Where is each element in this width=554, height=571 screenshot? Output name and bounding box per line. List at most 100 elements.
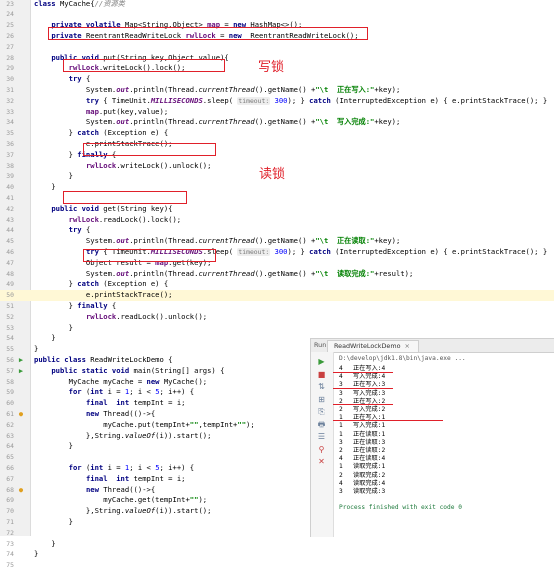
line-number: 46 — [6, 247, 14, 256]
code-text: myCache.get(tempInt+""); — [34, 495, 208, 505]
code-text: new Thread(()->{ — [85, 408, 156, 418]
layout-icon[interactable]: ⊞ — [315, 394, 328, 405]
code-text: } — [34, 538, 56, 548]
code-text: public void get(String key){ — [51, 203, 173, 213]
line-number: 40 — [6, 183, 14, 192]
code-line: 43 rwlLock.readLock().lock(); — [0, 215, 554, 226]
line-number: 70 — [6, 507, 14, 516]
console-line: 4 正在读取:4 — [339, 455, 386, 463]
line-number: 38 — [6, 161, 14, 170]
code-text: public class ReadWriteLockDemo { — [34, 354, 173, 364]
scroll-icon[interactable]: ⇅ — [315, 381, 328, 392]
code-line: 45 System.out.println(Thread.currentThre… — [0, 236, 554, 247]
code-line: 35 } catch (Exception e) { — [0, 128, 554, 139]
line-number: 47 — [6, 258, 14, 267]
highlight-box-field — [48, 27, 368, 40]
process-finished: Process finished with exit code 0 — [339, 504, 462, 511]
console-line: 3 写入完成:3 — [339, 389, 386, 397]
code-text: } finally { — [34, 300, 117, 310]
code-text: rwlLock.readLock().unlock(); — [85, 311, 208, 321]
line-number: 31 — [6, 85, 14, 94]
line-number: 62 — [6, 420, 14, 429]
console-line: 2 正在读取:2 — [339, 447, 386, 454]
code-text: for (int i = 1; i < 5; i++) { — [68, 387, 195, 397]
line-number: 44 — [6, 226, 14, 235]
line-number: 72 — [6, 528, 14, 537]
line-number: 45 — [6, 237, 14, 246]
code-text: } — [34, 441, 73, 451]
lambda-marker-icon[interactable]: ● — [16, 485, 26, 496]
console-line: 2 写入完成:2 — [339, 406, 386, 413]
line-number: 64 — [6, 442, 14, 451]
code-text: new Thread(()->{ — [85, 484, 156, 494]
rerun-icon[interactable]: ▶ — [315, 356, 328, 367]
highlight-box-read-lock — [63, 191, 187, 204]
code-text: } — [34, 171, 73, 181]
line-number: 42 — [6, 204, 14, 213]
settings-icon[interactable]: ☰ — [315, 431, 328, 442]
close-icon[interactable]: ✕ — [315, 456, 328, 467]
line-number: 60 — [6, 399, 14, 408]
line-number: 36 — [6, 139, 14, 148]
write-lock-annotation: 写锁 — [258, 60, 285, 75]
line-number: 66 — [6, 463, 14, 472]
code-line: 74} — [0, 549, 554, 560]
code-line: 31 System.out.println(Thread.currentThre… — [0, 85, 554, 96]
line-number: 67 — [6, 474, 14, 483]
run-gutter-icon[interactable]: ▶ — [16, 355, 26, 366]
line-number: 53 — [6, 323, 14, 332]
line-number: 73 — [6, 539, 14, 548]
code-text: System.out.println(Thread.currentThread(… — [34, 236, 401, 246]
code-line: 27 — [0, 42, 554, 53]
stop-icon[interactable]: ■ — [315, 369, 328, 380]
run-gutter-icon[interactable]: ▶ — [16, 366, 26, 377]
line-number: 69 — [6, 496, 14, 505]
code-text: e.printStackTrace(); — [34, 290, 173, 300]
code-text: System.out.println(Thread.currentThread(… — [34, 117, 401, 127]
line-number: 55 — [6, 345, 14, 354]
console-line: 4 写入完成:4 — [339, 373, 386, 381]
code-text: for (int i = 1; i < 5; i++) { — [68, 462, 195, 472]
line-number: 25 — [6, 21, 14, 30]
code-line: 49 } catch (Exception e) { — [0, 279, 554, 290]
code-text: final int tempInt = i; — [85, 473, 186, 483]
code-line: 75 — [0, 560, 554, 571]
line-number: 27 — [6, 42, 14, 51]
highlight-box-write-unlock — [83, 143, 216, 156]
line-number: 48 — [6, 269, 14, 278]
line-number: 57 — [6, 366, 14, 375]
code-text: class MyCache{//资源类 — [34, 0, 125, 8]
code-text: },String.valueOf(i)).start(); — [34, 430, 212, 440]
tab-close-icon[interactable]: × — [405, 342, 410, 350]
code-line: 52 rwlLock.readLock().unlock(); — [0, 312, 554, 323]
run-toolbar: ▶ ■ ⇅ ⊞ ⎘ 🖶 ☰ ⚲ ✕ — [311, 352, 334, 537]
line-number: 28 — [6, 53, 14, 62]
code-line: 73 } — [0, 539, 554, 550]
lambda-marker-icon[interactable]: ● — [16, 409, 26, 420]
tab-readwritelockdemo[interactable]: ReadWriteLockDemo × — [327, 340, 419, 352]
line-number: 74 — [6, 550, 14, 559]
line-number: 24 — [6, 10, 14, 19]
code-text: final int tempInt = i; — [85, 398, 186, 408]
line-number: 65 — [6, 453, 14, 462]
run-panel-header: Run ReadWriteLockDemo × — [311, 339, 554, 353]
underline-mark — [333, 372, 393, 373]
underline-mark — [333, 388, 393, 389]
code-line: 48 System.out.println(Thread.currentThre… — [0, 269, 554, 280]
code-text: public static void main(String[] args) { — [51, 365, 225, 375]
code-line: 23 class MyCache{//资源类 — [0, 0, 554, 9]
line-number: 32 — [6, 96, 14, 105]
line-number: 68 — [6, 485, 14, 494]
code-text: System.out.println(Thread.currentThread(… — [34, 84, 401, 94]
java-path: D:\develop\jdk1.8\bin\java.exe ... — [339, 355, 466, 362]
line-number: 71 — [6, 517, 14, 526]
print-icon[interactable]: 🖶 — [315, 419, 328, 430]
line-number: 23 — [6, 0, 14, 8]
code-line: 51 } finally { — [0, 301, 554, 312]
line-number: 58 — [6, 377, 14, 386]
code-text: } — [34, 182, 56, 192]
pin-icon[interactable]: ⚲ — [315, 444, 328, 455]
copy-icon[interactable]: ⎘ — [315, 406, 328, 417]
code-line: 30 try { — [0, 74, 554, 85]
line-number: 59 — [6, 388, 14, 397]
